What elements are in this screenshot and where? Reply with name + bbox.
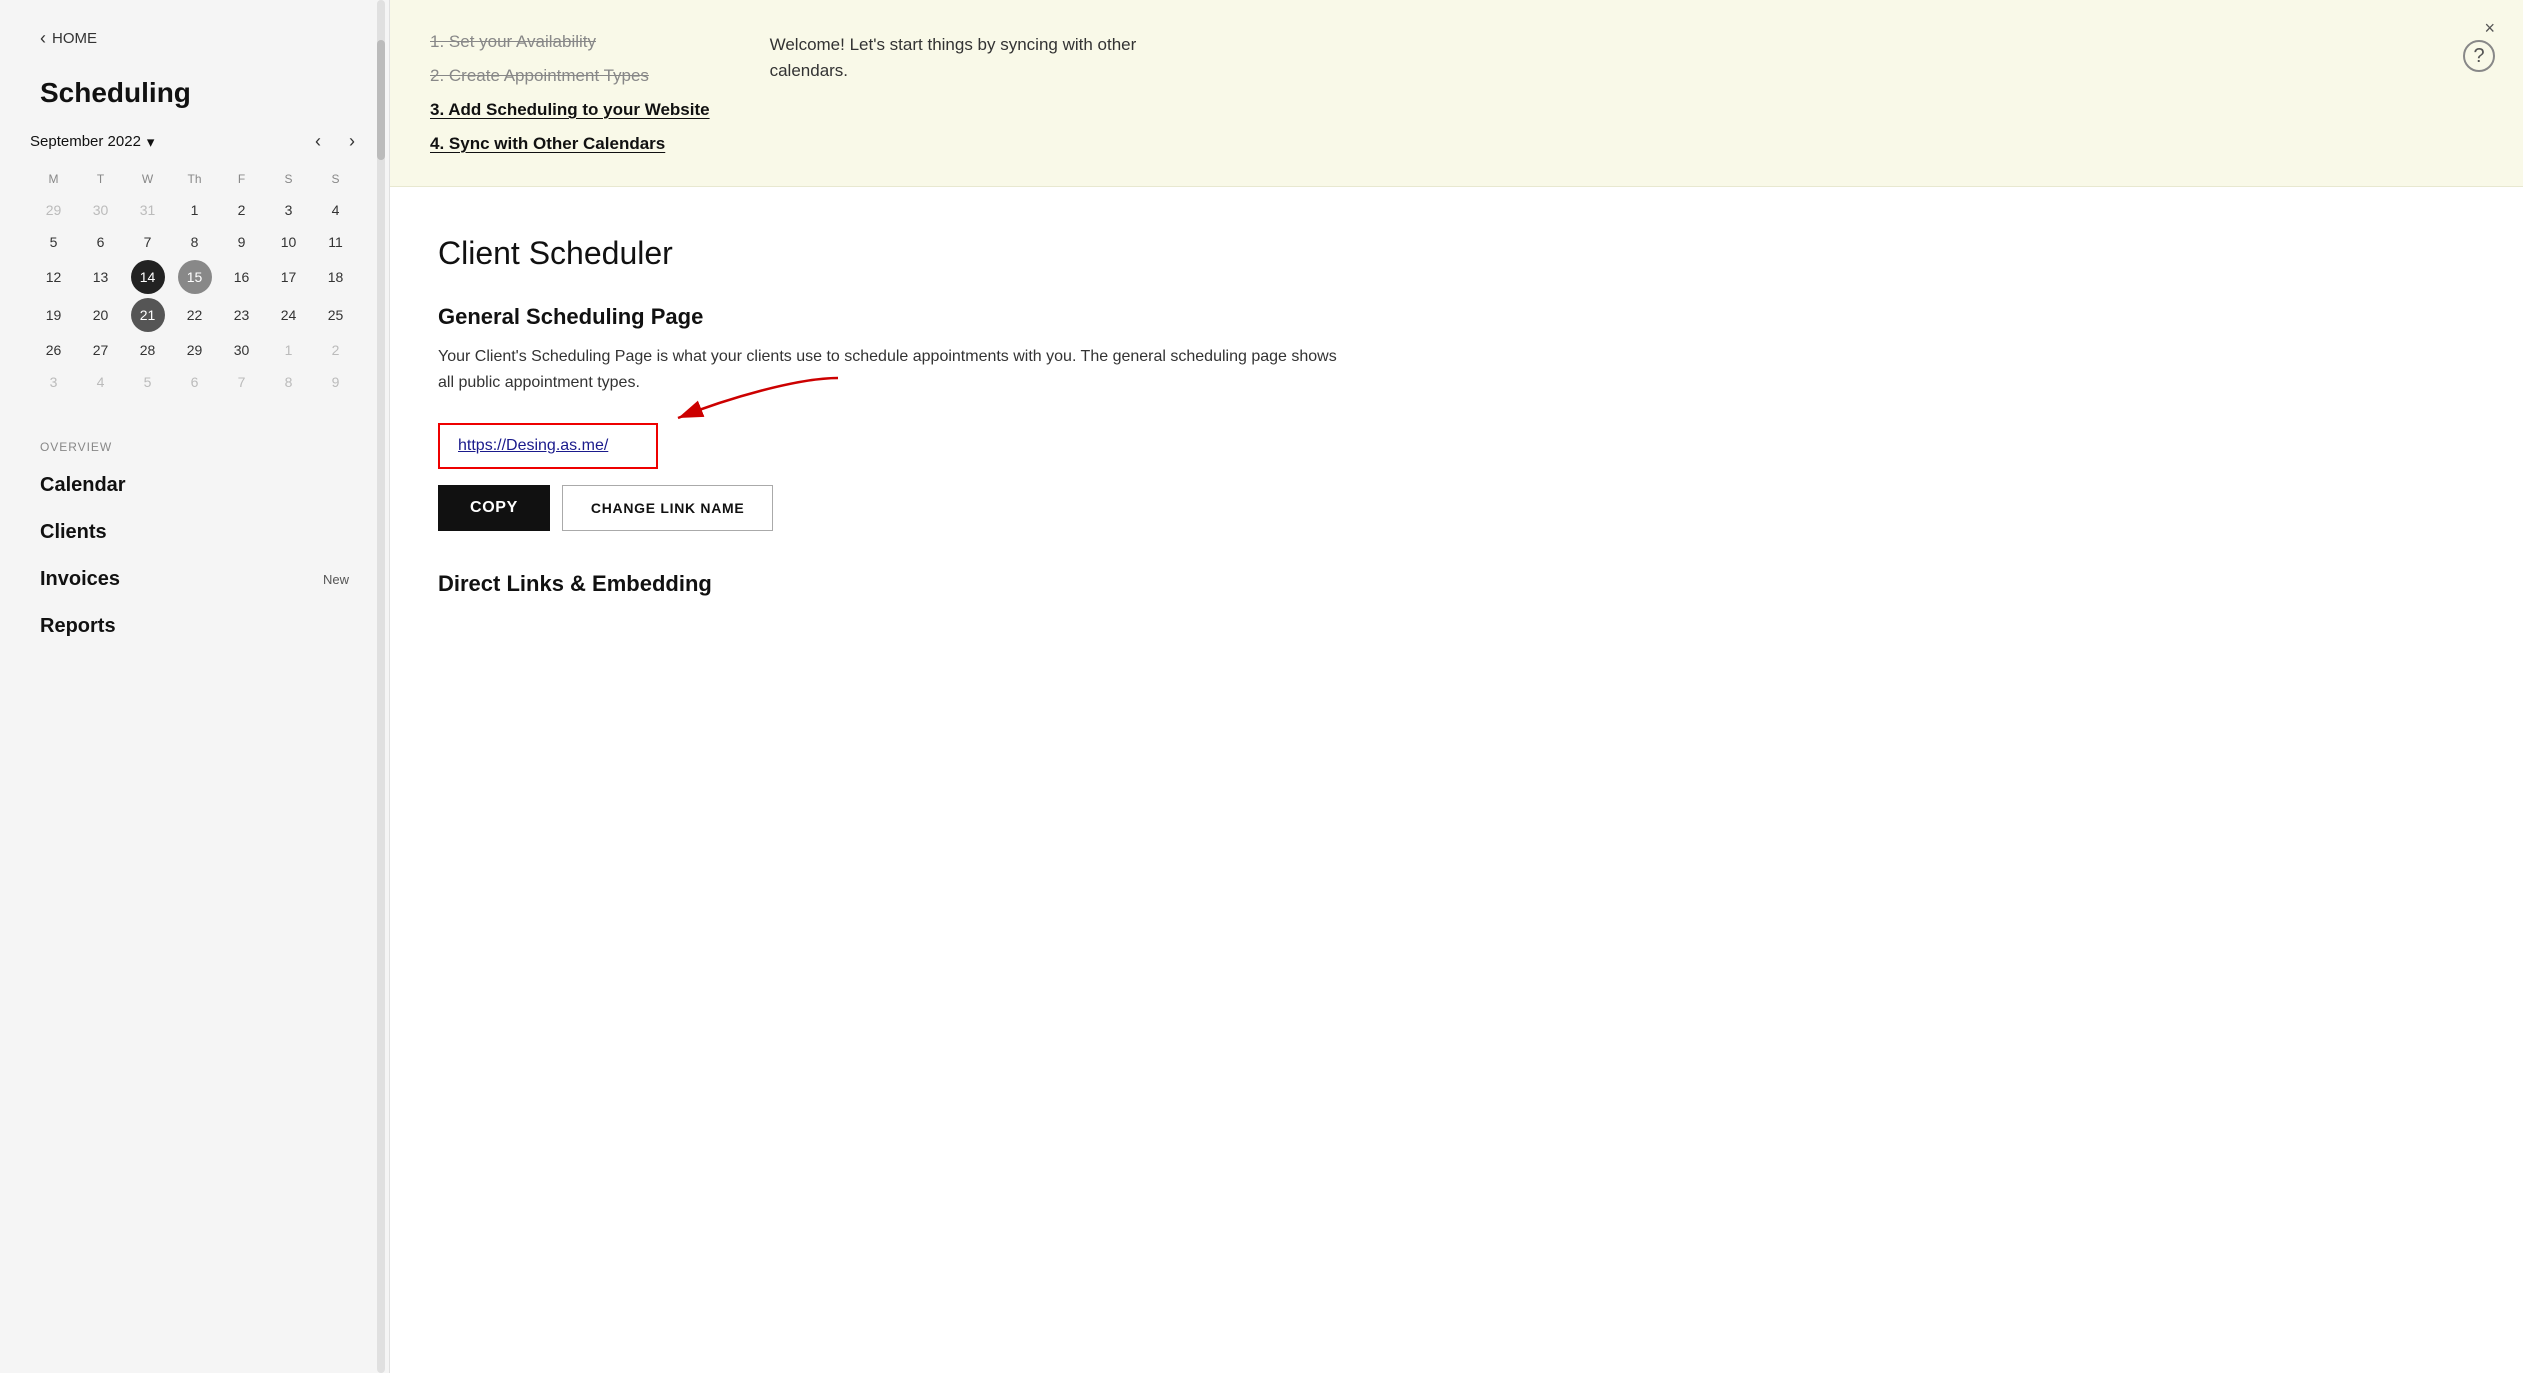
calendar-day[interactable]: 26: [30, 336, 77, 364]
chevron-down-icon: ▾: [147, 133, 155, 151]
scheduling-url[interactable]: https://Desing.as.me/: [438, 423, 658, 469]
weekday-sun: S: [312, 168, 359, 190]
calendar-day[interactable]: 28: [124, 336, 171, 364]
welcome-row: 1. Set your Availability 2. Create Appoi…: [430, 32, 2483, 154]
welcome-description: Welcome! Let's start things by syncing w…: [770, 32, 1150, 154]
calendar-day[interactable]: 23: [218, 298, 265, 332]
calendar-month-label[interactable]: September 2022 ▾: [30, 133, 154, 151]
weekday-thu: Th: [171, 168, 218, 190]
calendar-day[interactable]: 4: [312, 196, 359, 224]
calendar-day[interactable]: 18: [312, 260, 359, 294]
sidebar-item-reports[interactable]: Reports: [0, 603, 389, 650]
calendar-day[interactable]: 10: [265, 228, 312, 256]
buttons-row: COPY CHANGE LINK NAME: [438, 485, 2475, 531]
sidebar: ‹ HOME Scheduling September 2022 ▾ ‹ › M…: [0, 0, 390, 1373]
calendar-day[interactable]: 22: [171, 298, 218, 332]
calendar-grid: M T W Th F S S 2930311234567891011121314…: [30, 168, 359, 396]
calendar-day[interactable]: 16: [218, 260, 265, 294]
welcome-close-button[interactable]: ×: [2484, 18, 2495, 39]
home-link[interactable]: ‹ HOME: [0, 0, 389, 65]
calendar-day[interactable]: 21: [131, 298, 165, 332]
calendar-day[interactable]: 27: [77, 336, 124, 364]
welcome-banner: × ? 1. Set your Availability 2. Create A…: [390, 0, 2523, 187]
direct-links-title: Direct Links & Embedding: [438, 571, 2475, 597]
calendar-day[interactable]: 8: [265, 368, 312, 396]
calendar-day[interactable]: 19: [30, 298, 77, 332]
calendar-section: September 2022 ▾ ‹ › M T W Th F S S 2930…: [0, 129, 389, 416]
calendar-next-button[interactable]: ›: [345, 129, 359, 154]
calendar-nav: ‹ ›: [311, 129, 359, 154]
calendar-day[interactable]: 5: [30, 228, 77, 256]
calendar-day[interactable]: 7: [124, 228, 171, 256]
weekday-tue: T: [77, 168, 124, 190]
sidebar-scrollbar[interactable]: [377, 0, 385, 1373]
calendar-day[interactable]: 2: [218, 196, 265, 224]
welcome-help-button[interactable]: ?: [2463, 40, 2495, 72]
calendar-day[interactable]: 12: [30, 260, 77, 294]
calendar-day[interactable]: 29: [30, 196, 77, 224]
calendar-day[interactable]: 17: [265, 260, 312, 294]
calendar-day[interactable]: 5: [124, 368, 171, 396]
weekday-fri: F: [218, 168, 265, 190]
scheduler-section: Client Scheduler General Scheduling Page…: [390, 187, 2523, 637]
sidebar-clients-label: Clients: [40, 521, 107, 544]
sidebar-invoices-label: Invoices: [40, 568, 120, 591]
main-content: × ? 1. Set your Availability 2. Create A…: [390, 0, 2523, 1373]
weekday-mon: M: [30, 168, 77, 190]
calendar-day[interactable]: 1: [171, 196, 218, 224]
calendar-day[interactable]: 6: [77, 228, 124, 256]
calendar-day[interactable]: 14: [131, 260, 165, 294]
calendar-day[interactable]: 25: [312, 298, 359, 332]
calendar-prev-button[interactable]: ‹: [311, 129, 325, 154]
calendar-day[interactable]: 7: [218, 368, 265, 396]
calendar-day[interactable]: 20: [77, 298, 124, 332]
calendar-day[interactable]: 3: [30, 368, 77, 396]
step-3[interactable]: 3. Add Scheduling to your Website: [430, 100, 710, 120]
invoices-badge: New: [323, 572, 349, 587]
step-2[interactable]: 2. Create Appointment Types: [430, 66, 710, 86]
calendar-day[interactable]: 24: [265, 298, 312, 332]
calendar-day[interactable]: 29: [171, 336, 218, 364]
calendar-day[interactable]: 11: [312, 228, 359, 256]
calendar-day[interactable]: 8: [171, 228, 218, 256]
sidebar-title: Scheduling: [0, 65, 389, 129]
step-1[interactable]: 1. Set your Availability: [430, 32, 710, 52]
home-label: HOME: [52, 30, 97, 47]
general-scheduling-desc: Your Client's Scheduling Page is what yo…: [438, 344, 1338, 395]
calendar-header: September 2022 ▾ ‹ ›: [30, 129, 359, 154]
calendar-day[interactable]: 9: [312, 368, 359, 396]
sidebar-reports-label: Reports: [40, 615, 116, 638]
url-row: https://Desing.as.me/: [438, 423, 2475, 469]
calendar-day[interactable]: 30: [77, 196, 124, 224]
calendar-days: 2930311234567891011121314151617181920212…: [30, 196, 359, 396]
change-link-button[interactable]: CHANGE LINK NAME: [562, 485, 774, 531]
calendar-day[interactable]: 2: [312, 336, 359, 364]
welcome-steps: 1. Set your Availability 2. Create Appoi…: [430, 32, 710, 154]
step-4[interactable]: 4. Sync with Other Calendars: [430, 134, 710, 154]
calendar-day[interactable]: 9: [218, 228, 265, 256]
calendar-day[interactable]: 1: [265, 336, 312, 364]
overview-label: OVERVIEW: [0, 416, 389, 462]
calendar-day[interactable]: 15: [178, 260, 212, 294]
general-scheduling-title: General Scheduling Page: [438, 304, 2475, 330]
calendar-day[interactable]: 13: [77, 260, 124, 294]
sidebar-item-clients[interactable]: Clients: [0, 509, 389, 556]
sidebar-scrollbar-thumb[interactable]: [377, 40, 385, 160]
scheduler-title: Client Scheduler: [438, 235, 2475, 272]
calendar-day[interactable]: 6: [171, 368, 218, 396]
calendar-day[interactable]: 3: [265, 196, 312, 224]
back-arrow-icon: ‹: [40, 28, 46, 49]
weekday-sat: S: [265, 168, 312, 190]
calendar-day[interactable]: 31: [124, 196, 171, 224]
calendar-day[interactable]: 4: [77, 368, 124, 396]
sidebar-item-invoices[interactable]: Invoices New: [0, 556, 389, 603]
copy-button[interactable]: COPY: [438, 485, 550, 531]
sidebar-item-calendar[interactable]: Calendar: [0, 462, 389, 509]
weekday-wed: W: [124, 168, 171, 190]
sidebar-calendar-label: Calendar: [40, 474, 126, 497]
calendar-weekdays: M T W Th F S S: [30, 168, 359, 190]
calendar-day[interactable]: 30: [218, 336, 265, 364]
